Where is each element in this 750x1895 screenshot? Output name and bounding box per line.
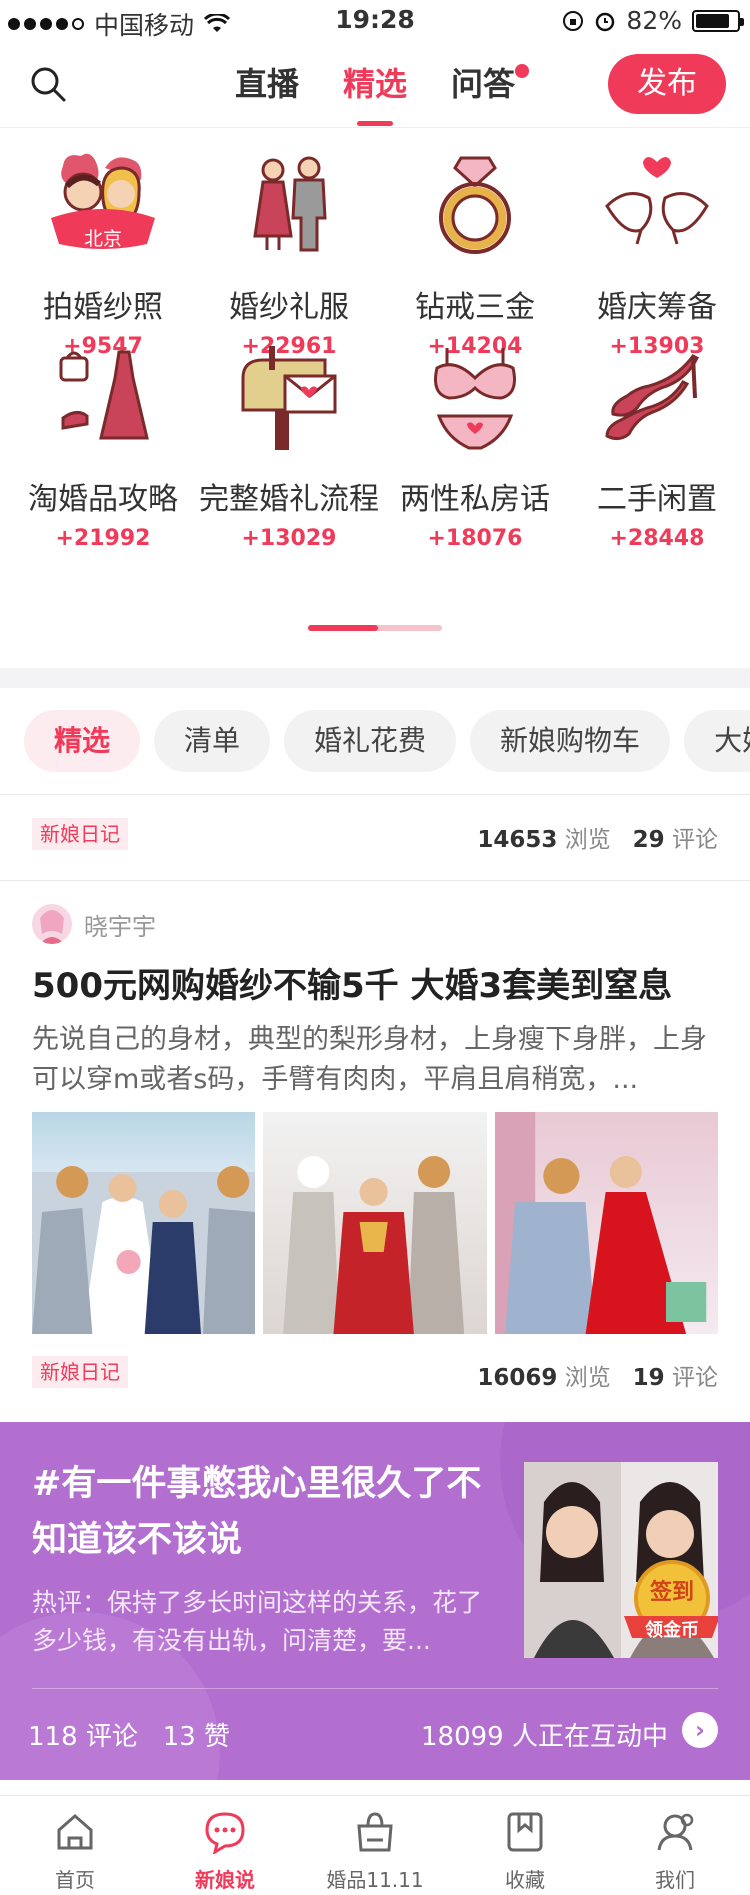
tab-qa[interactable]: 问答 (451, 40, 530, 128)
topic-thumbnail[interactable]: 签到 领金币 (524, 1462, 718, 1658)
chip-featured[interactable]: 精选 (24, 710, 141, 772)
post-tag[interactable]: 新娘日记 (32, 818, 128, 850)
chat-icon (205, 1812, 245, 1856)
tab-featured[interactable]: 精选 (343, 40, 407, 128)
topic-title: #有一件事憋我心里很久了不知道该不该说 (32, 1464, 482, 1560)
doves-icon (605, 157, 709, 245)
tab-home[interactable]: 首页 (0, 1796, 150, 1895)
post-meta: 新娘日记 16069 浏览 19 评论 (32, 1352, 718, 1392)
notification-dot (515, 64, 530, 78)
tab-live[interactable]: 直播 (235, 40, 299, 128)
post-photo[interactable] (263, 1112, 487, 1334)
category-label: 二手闲置 (597, 482, 717, 517)
interacting-count: 18099 人正在互动中 (421, 1722, 668, 1752)
category-ring[interactable]: 钻戒三金 +14204 (382, 146, 568, 359)
ring-icon (439, 156, 511, 254)
category-count: +21992 (55, 526, 151, 551)
rotation-lock-icon (563, 10, 584, 31)
post-photo[interactable] (32, 1112, 256, 1334)
topic-likes: 13 赞 (162, 1722, 231, 1752)
home-icon (57, 1814, 93, 1850)
category-label: 拍婚纱照 (43, 290, 163, 325)
category-wedding-flow[interactable]: 完整婚礼流程 +13029 (196, 338, 382, 551)
post-stats: 14653 浏览 29 评论 (477, 827, 718, 853)
avatar (32, 904, 72, 944)
topic-card[interactable]: #有一件事憋我心里很久了不知道该不该说 热评：保持了多长时间这样的关系，花了多少… (0, 1422, 750, 1780)
chip-wedding-cost[interactable]: 婚礼花费 (284, 710, 457, 772)
category-label: 两性私房话 (400, 482, 550, 517)
post-photos (32, 1112, 718, 1334)
section-divider (0, 668, 750, 688)
chip-bride-cart[interactable]: 新娘购物车 (470, 710, 671, 772)
category-wedding-photo[interactable]: 北京 拍婚纱照 +9547 (10, 146, 196, 359)
divider (0, 880, 750, 881)
chip-big-wedding[interactable]: 大婚 (684, 710, 750, 772)
city-badge: 北京 (83, 228, 122, 250)
category-label: 婚庆筹备 (597, 290, 717, 325)
topic-footer: 118 评论 13 赞 18099 人正在互动中 › (28, 1708, 718, 1756)
checkin-badge[interactable]: 签到 领金币 (622, 1554, 718, 1654)
category-second-hand[interactable]: 二手闲置 +28448 (564, 338, 750, 551)
tab-wedding-shop[interactable]: 婚品11.11 (300, 1796, 450, 1895)
category-label: 淘婚品攻略 (28, 482, 178, 517)
category-wedding-dress[interactable]: 婚纱礼服 +22961 (196, 146, 382, 359)
bride-groom-icon (253, 156, 327, 252)
tab-favorites[interactable]: 收藏 (450, 1796, 600, 1895)
category-count: +28448 (609, 526, 705, 551)
post-author[interactable]: 晓宇宇 (32, 904, 156, 944)
category-wedding-planning[interactable]: 婚庆筹备 +13903 (564, 146, 750, 359)
tab-bride-talk[interactable]: 新娘说 (150, 1796, 300, 1895)
coin-label: 领金币 (645, 1620, 699, 1641)
category-label: 完整婚礼流程 (199, 482, 379, 517)
status-bar: 中国移动 19:28 82% (0, 0, 750, 40)
lingerie-icon (434, 348, 516, 450)
page-indicator (308, 625, 442, 631)
hot-comment: 热评：保持了多长时间这样的关系，花了多少钱，有没有出轨，问清楚，要... (32, 1588, 483, 1655)
heels-icon (605, 354, 700, 441)
bookmark-icon (507, 1812, 543, 1852)
battery-percent: 82% (626, 6, 682, 35)
divider (32, 1688, 718, 1689)
divider (0, 794, 750, 795)
battery-icon (692, 9, 744, 32)
checkin-label: 签到 (649, 1580, 694, 1605)
author-name: 晓宇宇 (84, 912, 156, 941)
post-meta: 新娘日记 14653 浏览 29 评论 (32, 814, 718, 854)
chevron-right-icon[interactable]: › (682, 1712, 718, 1748)
publish-button[interactable]: 发布 (608, 54, 726, 114)
category-grid: 北京 拍婚纱照 +9547 婚纱礼服 +22961 钻戒三金 +14204 婚庆… (0, 128, 750, 668)
profile-icon (657, 1813, 694, 1851)
category-intimate-talk[interactable]: 两性私房话 +18076 (382, 338, 568, 551)
post-tag[interactable]: 新娘日记 (32, 1356, 128, 1388)
category-label: 钻戒三金 (415, 290, 535, 325)
dress-bag-icon (59, 350, 149, 440)
post-stats: 16069 浏览 19 评论 (477, 1365, 718, 1391)
category-label: 婚纱礼服 (229, 290, 349, 325)
post-photo[interactable] (494, 1112, 718, 1334)
bottom-tab-bar: 首页 新娘说 婚品11.11 收藏 我们 (0, 1795, 750, 1895)
filter-chips: 精选 清单 婚礼花费 新娘购物车 大婚 (24, 710, 750, 772)
top-nav: 直播 精选 问答 发布 (0, 40, 750, 128)
post-title[interactable]: 500元网购婚纱不输5千 大婚3套美到窒息 (32, 958, 672, 1007)
mailbox-icon (241, 346, 337, 450)
alarm-icon (596, 12, 615, 31)
category-count: +18076 (427, 526, 523, 551)
topic-comments: 118 评论 (28, 1722, 138, 1752)
category-count: +13029 (241, 526, 337, 551)
shopping-bag-icon (357, 1812, 393, 1852)
category-shopping-guide[interactable]: 淘婚品攻略 +21992 (10, 338, 196, 551)
chip-checklist[interactable]: 清单 (154, 710, 271, 772)
post-excerpt[interactable]: 先说自己的身材，典型的梨形身材，上身瘦下身胖，上身可以穿m或者s码，手臂有肉肉，… (32, 1020, 722, 1100)
tab-profile[interactable]: 我们 (600, 1796, 750, 1895)
